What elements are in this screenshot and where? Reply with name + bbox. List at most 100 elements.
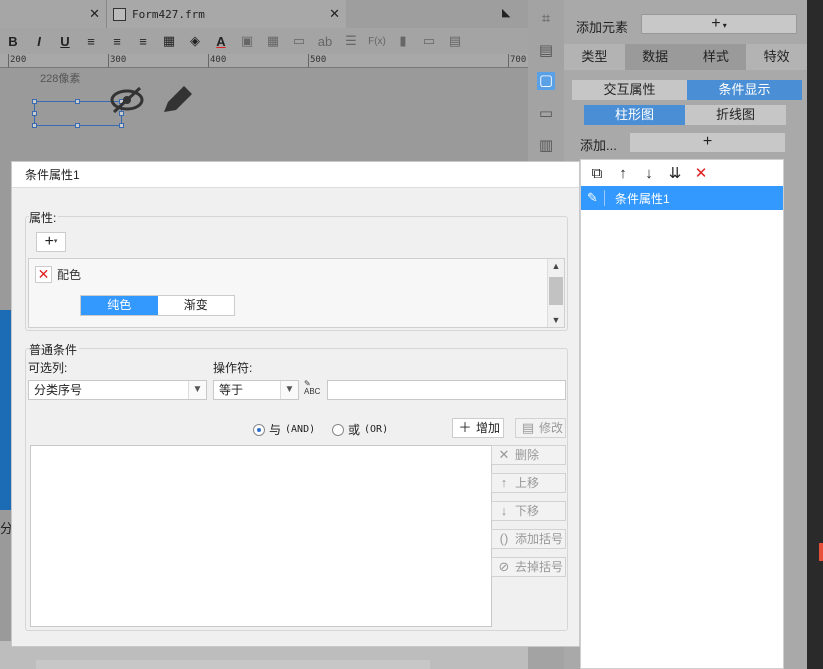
sort-down-icon[interactable]: ⇊ — [667, 164, 683, 182]
remove-bracket-icon: ⊘ — [498, 559, 510, 574]
tab-style[interactable]: 样式 — [685, 44, 747, 70]
add-label: 添加... — [580, 138, 617, 153]
remove-attribute-icon[interactable]: ✕ — [35, 266, 52, 283]
radio-dot[interactable] — [253, 423, 265, 436]
cell-property-icon[interactable]: ⌗ — [537, 10, 555, 28]
scroll-down-icon[interactable]: ▼ — [548, 315, 564, 325]
radio-dot[interactable] — [332, 423, 344, 436]
ruler-tick: 500 — [310, 55, 327, 65]
tab-form427[interactable]: Form427.frm ✕ — [106, 0, 346, 28]
tab-form427-label: Form427.frm — [132, 7, 205, 21]
add-label: 增加 — [476, 421, 501, 435]
close-icon[interactable]: ✕ — [89, 6, 100, 22]
ruler-tick: 300 — [110, 55, 127, 65]
condition-property-icon[interactable]: ▭ — [537, 105, 555, 123]
hidden-eye-icon[interactable] — [108, 84, 146, 116]
attribute-scrollbar[interactable]: ▲ ▼ — [547, 259, 564, 327]
text-icon[interactable]: ab — [312, 34, 338, 49]
tab-menu-icon[interactable]: ◣ — [502, 6, 510, 19]
formula-icon[interactable]: F(x) — [364, 36, 390, 47]
table-icon[interactable]: ▦ — [260, 33, 286, 49]
tab-previous[interactable]: ✕ — [0, 0, 106, 28]
dialog-title: 条件属性1 — [12, 162, 579, 188]
gradient-option[interactable]: 渐变 — [157, 296, 234, 315]
move-down-button[interactable]: ↓ 下移 — [491, 501, 566, 521]
chevron-down-icon[interactable]: ▼ — [280, 381, 298, 399]
tab-interaction[interactable]: 交互属性 — [572, 80, 687, 100]
pixel-note: 228像素 — [40, 73, 81, 85]
arrow-down-icon: ↓ — [500, 503, 508, 518]
radio-or-sub: (OR) — [364, 424, 389, 435]
scroll-up-icon[interactable]: ▲ — [548, 261, 564, 271]
scroll-thumb[interactable] — [549, 277, 563, 305]
horizontal-scrollbar[interactable] — [36, 660, 430, 669]
tab-conditional-display[interactable]: 条件显示 — [687, 80, 802, 100]
form-file-icon — [113, 7, 126, 21]
copy-icon[interactable]: ⧉ — [589, 165, 605, 182]
tab-type[interactable]: 类型 — [564, 44, 625, 70]
widget-property-icon[interactable]: ▤ — [537, 42, 555, 60]
move-up-button[interactable]: ↑ 上移 — [491, 473, 566, 493]
more-icon[interactable]: ▤ — [442, 33, 468, 49]
condition-group-label: 普通条件 — [29, 341, 80, 358]
delete-button[interactable]: ✕ 删除 — [491, 445, 566, 465]
merge-icon[interactable]: ▣ — [234, 33, 260, 49]
align-right-icon[interactable]: ≡ — [130, 34, 156, 49]
format-toolbar: B I U ≡ ≡ ≡ ▦ ◈ A ▣ ▦ ▭ ab ☰ F(x) ▮ ▭ ▤ — [0, 28, 528, 54]
chevron-down-icon[interactable]: ▼ — [188, 381, 206, 399]
tab-line-chart[interactable]: 折线图 — [685, 105, 786, 125]
tab-bar-chart[interactable]: 柱形图 — [584, 105, 685, 125]
radio-and[interactable]: 与 (AND) — [253, 421, 315, 438]
italic-button[interactable]: I — [26, 34, 52, 49]
bold-button[interactable]: B — [0, 34, 26, 49]
modify-button[interactable]: ▤ 修改 — [515, 418, 566, 438]
solid-color-option[interactable]: 纯色 — [81, 296, 158, 315]
edit-pencil-icon[interactable] — [160, 84, 194, 116]
radio-or[interactable]: 或 (OR) — [332, 421, 388, 438]
tab-data[interactable]: 数据 — [624, 44, 686, 70]
modify-icon: ▤ — [521, 420, 535, 435]
line-icon[interactable]: ▭ — [286, 33, 312, 49]
list-item[interactable]: ✎ 条件属性1 — [581, 186, 783, 210]
align-left-icon[interactable]: ≡ — [78, 34, 104, 49]
condition-list[interactable] — [30, 445, 492, 627]
underline-button[interactable]: U — [52, 34, 78, 49]
radio-or-label: 或 — [348, 423, 361, 437]
operator-select[interactable]: 等于 ▼ — [213, 380, 299, 400]
edit-pencil-icon: ✎ — [581, 190, 605, 206]
column-select-value: 分类序号 — [34, 383, 83, 397]
add-element-label: 添加元素 — [576, 20, 629, 35]
fill-color-icon[interactable]: ◈ — [182, 33, 208, 49]
delete-icon[interactable]: ✕ — [693, 164, 709, 182]
ruler-tick: 400 — [210, 55, 227, 65]
add-element-button[interactable]: + ▾ — [641, 14, 797, 34]
add-bracket-button[interactable]: () 添加括号 — [491, 529, 566, 549]
column-select[interactable]: 分类序号 ▼ — [28, 380, 207, 400]
operator-label: 操作符: — [213, 361, 253, 375]
file-tabbar: ✕ Form427.frm ✕ ◣ — [0, 0, 528, 28]
value-type-icon[interactable]: ✎ ABC — [304, 380, 324, 398]
delete-label: 删除 — [515, 448, 540, 462]
arrow-down-icon[interactable]: ↓ — [641, 165, 657, 182]
image-icon[interactable]: ▭ — [416, 33, 442, 49]
remove-bracket-button[interactable]: ⊘ 去掉括号 — [491, 557, 566, 577]
property-tabs: 类型 数据 样式 特效 — [564, 44, 807, 70]
bracket-icon: () — [499, 531, 509, 546]
chart-icon[interactable]: ▮ — [390, 33, 416, 49]
align-center-icon[interactable]: ≡ — [104, 34, 130, 49]
paragraph-icon[interactable]: ☰ — [338, 33, 364, 49]
add-condition-button[interactable]: + — [630, 133, 785, 152]
tab-effects[interactable]: 特效 — [746, 44, 807, 70]
arrow-up-icon[interactable]: ↑ — [615, 165, 631, 182]
desktop-edge — [807, 0, 823, 669]
add-condition-button[interactable]: ＋ 增加 — [452, 418, 504, 438]
close-icon[interactable]: ✕ — [329, 6, 340, 22]
radio-and-label: 与 — [269, 423, 282, 437]
chart-property-icon[interactable]: ▢ — [537, 72, 555, 90]
font-color-icon[interactable]: A — [208, 34, 234, 49]
add-attribute-button[interactable]: +▾ — [36, 232, 66, 252]
operator-select-value: 等于 — [219, 383, 244, 397]
hyperlink-icon[interactable]: ▥ — [537, 137, 555, 155]
condition-value-input[interactable] — [327, 380, 566, 400]
border-icon[interactable]: ▦ — [156, 33, 182, 49]
